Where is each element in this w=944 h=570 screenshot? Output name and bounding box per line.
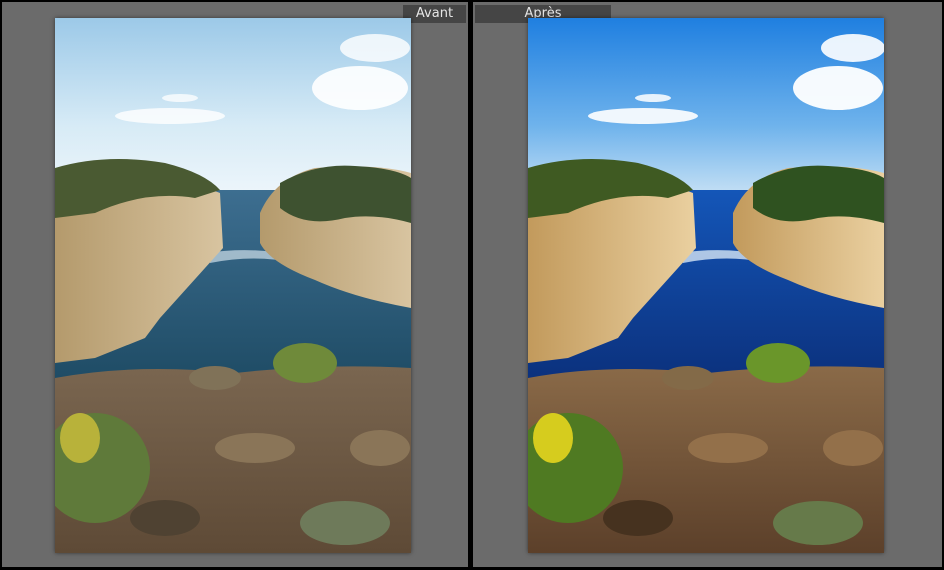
after-photo[interactable] [528,18,884,553]
before-photo-image [55,18,411,553]
before-pane: Avant [2,2,468,567]
after-pane: Après [473,2,942,567]
after-photo-image [528,18,884,553]
before-label: Avant [403,5,466,23]
before-photo[interactable] [55,18,411,553]
